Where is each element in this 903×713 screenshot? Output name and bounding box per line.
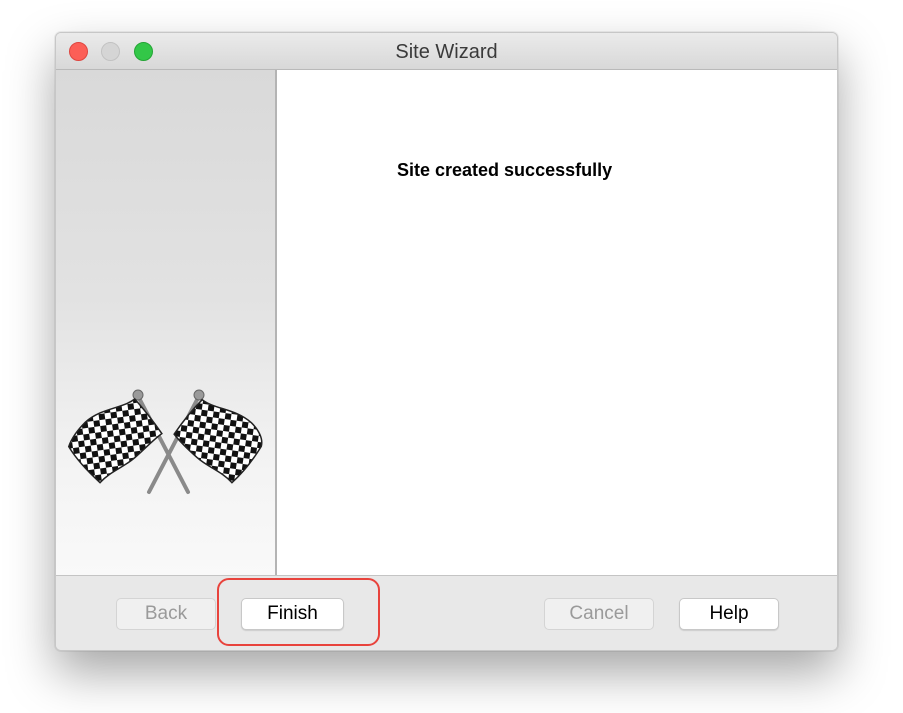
wizard-sidebar <box>56 70 277 575</box>
wizard-content-pane: Site created successfully <box>277 70 837 575</box>
back-button[interactable]: Back <box>116 598 216 630</box>
cancel-button[interactable]: Cancel <box>544 598 654 630</box>
checkered-flags-icon <box>67 389 263 494</box>
button-bar: Back Finish Cancel Help <box>56 575 837 650</box>
site-wizard-window: Site Wizard Site created successfully Ba… <box>55 32 838 651</box>
window-title: Site Wizard <box>395 41 498 63</box>
status-message: Site created successfully <box>397 160 613 180</box>
finish-button[interactable]: Finish <box>241 598 344 630</box>
title-bar[interactable]: Site Wizard <box>56 33 837 70</box>
help-button[interactable]: Help <box>679 598 779 630</box>
